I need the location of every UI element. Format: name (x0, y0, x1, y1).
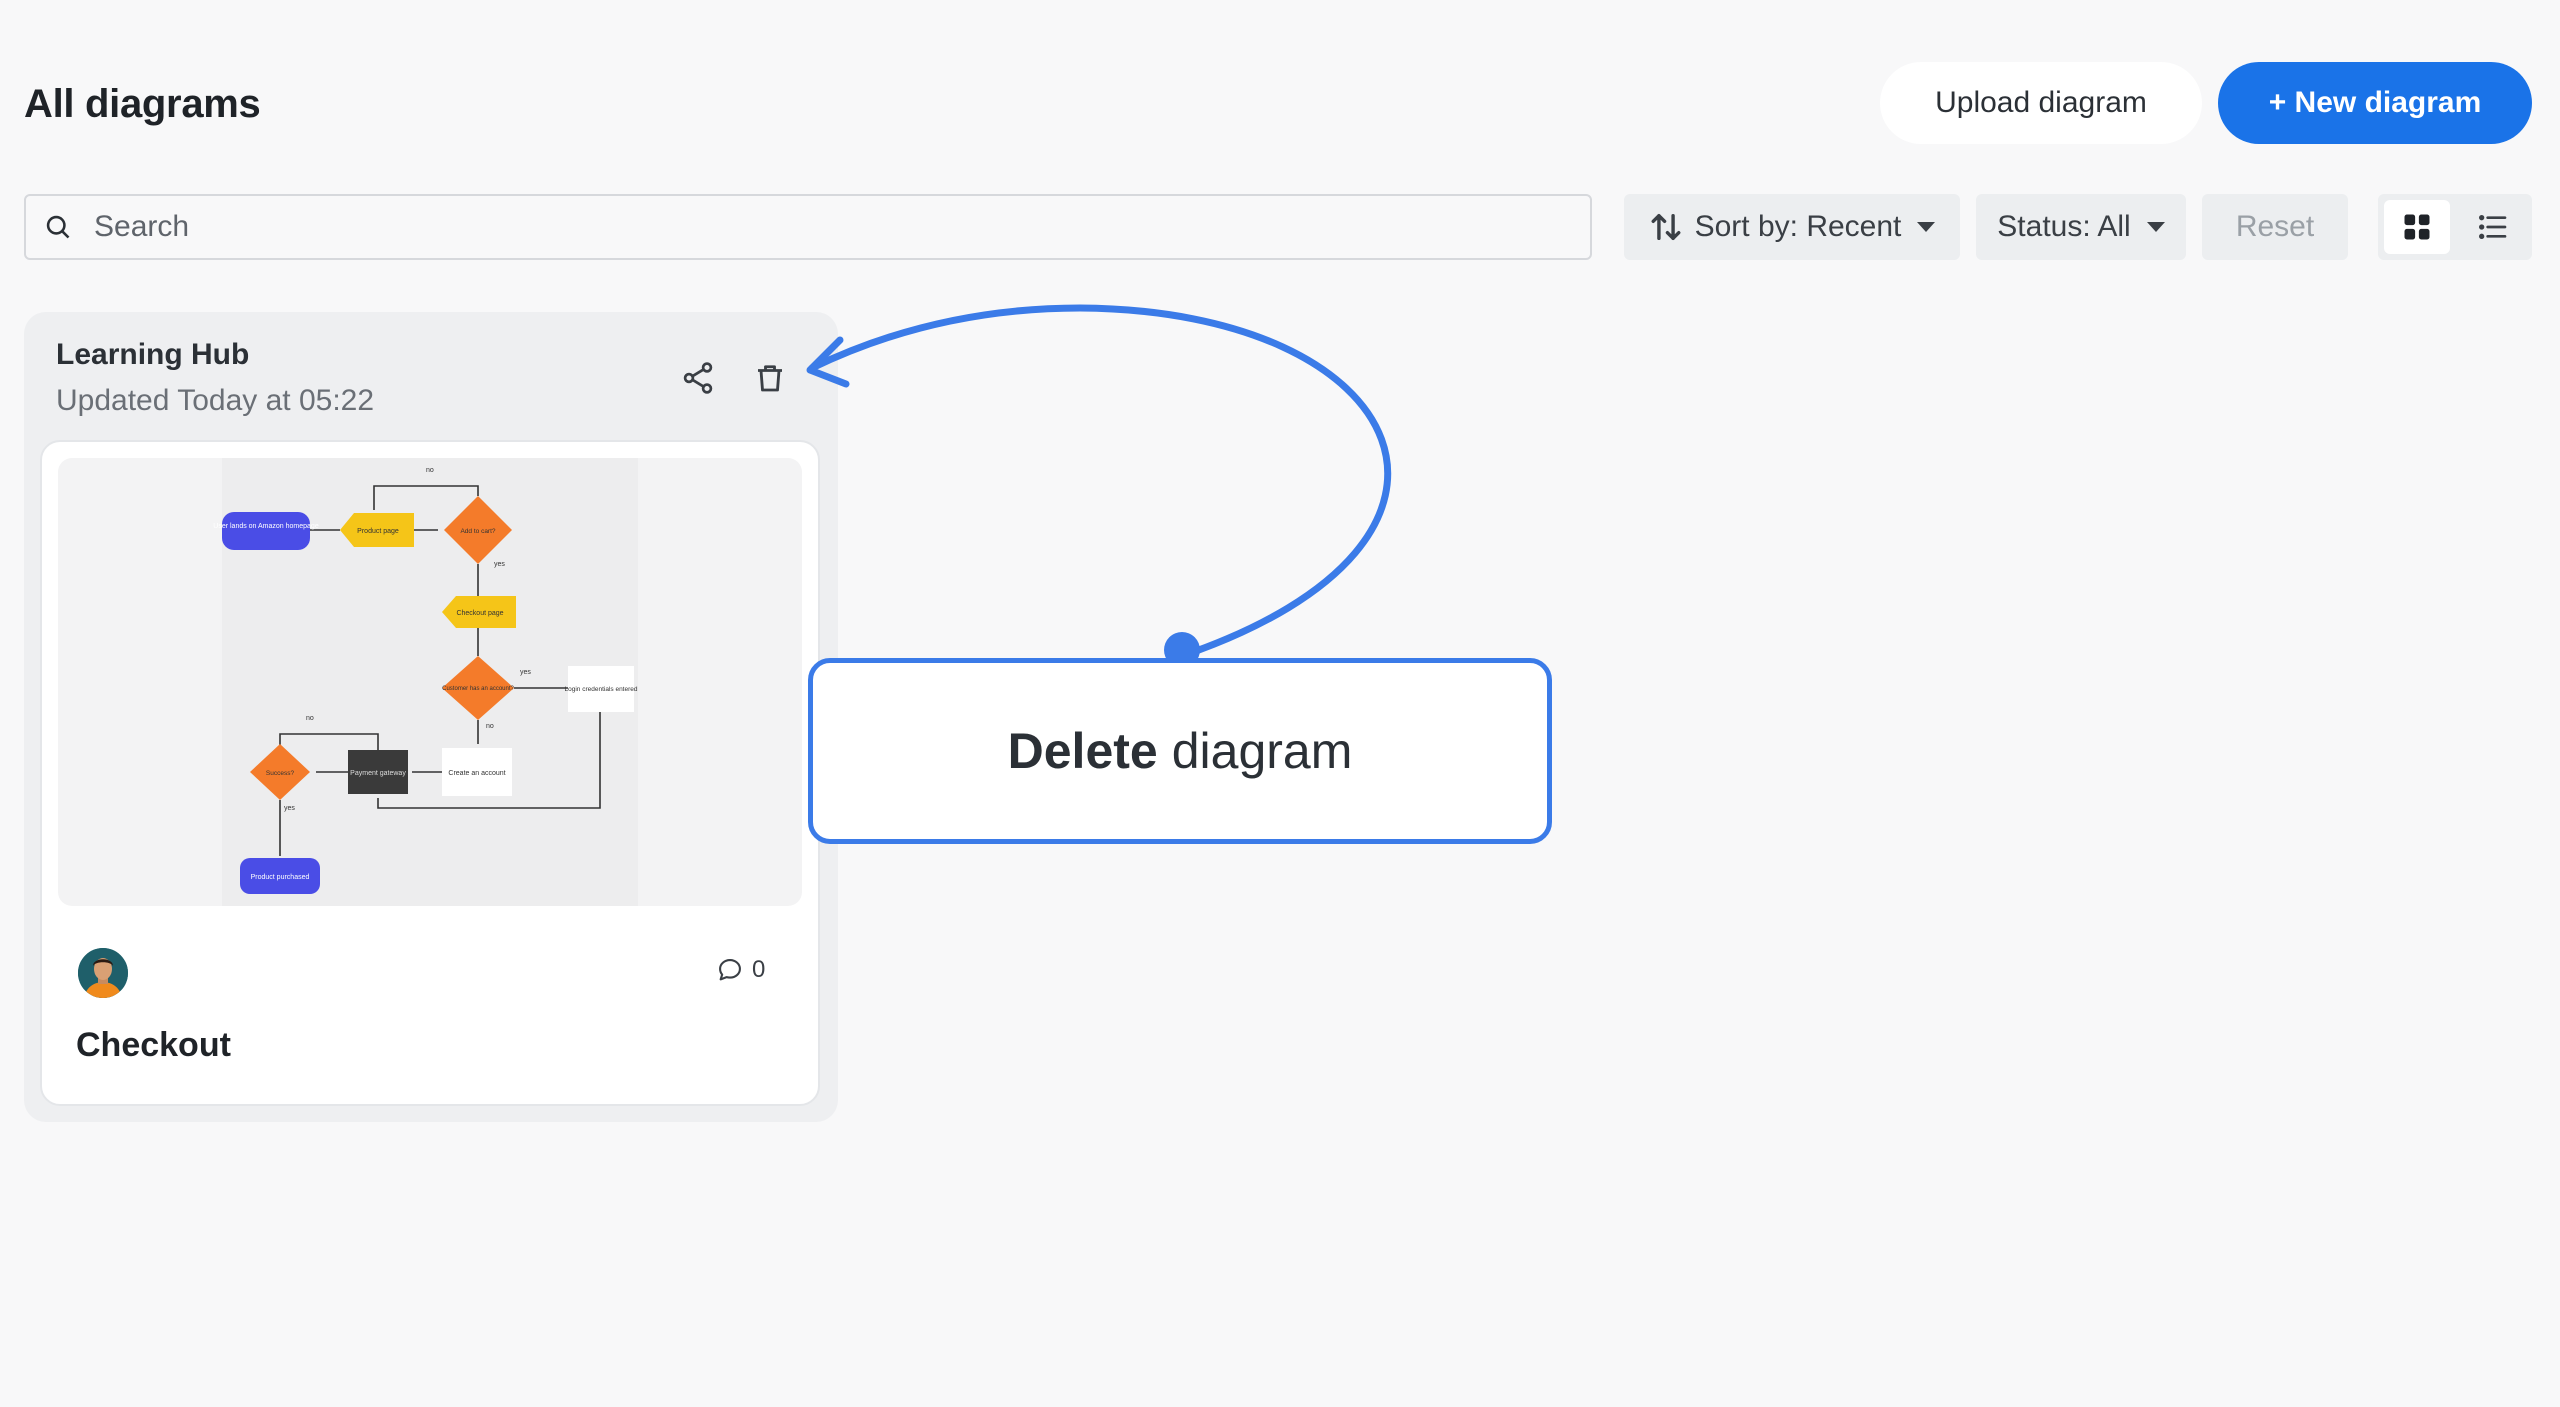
callout-bold-text: Delete (1007, 723, 1158, 779)
delete-diagram-callout: Delete diagram (808, 658, 1552, 844)
callout-text: diagram (1171, 723, 1353, 779)
